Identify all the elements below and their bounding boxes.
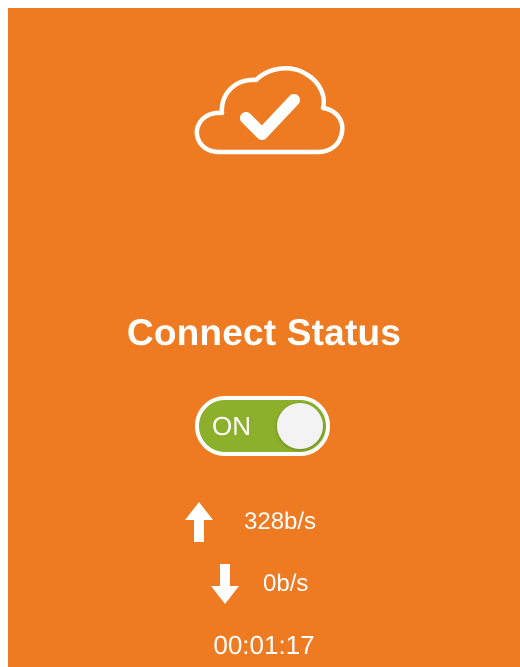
connection-toggle[interactable]: ON <box>195 396 330 456</box>
elapsed-time: 00:01:17 <box>213 630 315 660</box>
download-speed: 0b/s <box>263 570 309 597</box>
download-speed-row: 0b/s <box>8 562 520 606</box>
toggle-label: ON <box>212 411 251 441</box>
page-title: Connect Status <box>126 312 402 353</box>
cloud-check-icon <box>190 60 346 164</box>
connect-status-panel: Connect Status ON 328b/s 0b/s 00:01:17 <box>8 8 520 667</box>
arrow-up-icon <box>184 500 214 544</box>
upload-speed: 328b/s <box>244 508 317 535</box>
arrow-down-icon <box>210 562 240 606</box>
upload-speed-row: 328b/s <box>8 500 520 544</box>
toggle-knob <box>277 403 323 449</box>
